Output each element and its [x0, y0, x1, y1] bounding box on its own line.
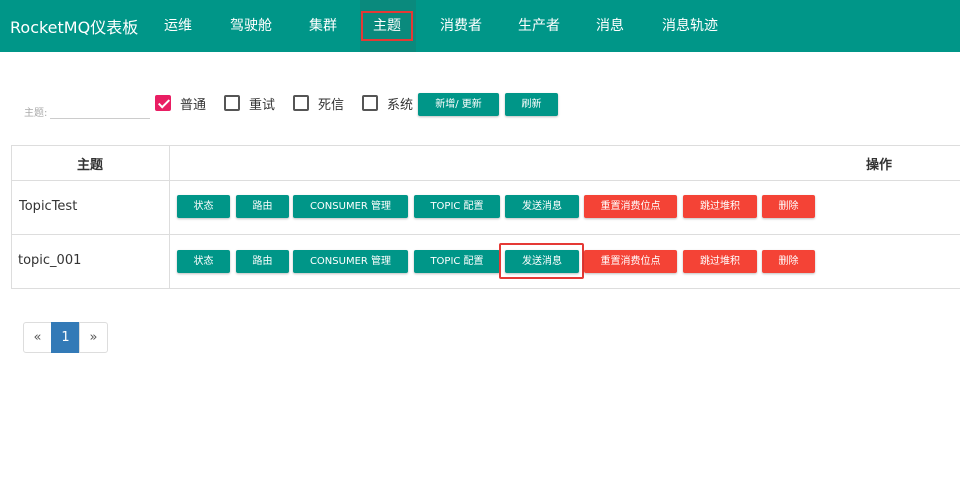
send-message-button[interactable]: 发送消息	[505, 195, 579, 218]
add-update-button[interactable]: 新增/ 更新	[418, 93, 499, 116]
checkbox-system-label[interactable]: 系统	[387, 94, 413, 113]
pagination-prev[interactable]: «	[23, 322, 52, 353]
pagination-page[interactable]: 1	[51, 322, 80, 353]
table-column-divider	[169, 146, 170, 288]
reset-offset-button[interactable]: 重置消费位点	[584, 250, 677, 273]
delete-button[interactable]: 删除	[762, 250, 815, 273]
pagination: « 1 »	[23, 322, 108, 353]
reset-offset-button[interactable]: 重置消费位点	[584, 195, 677, 218]
table-row-divider	[12, 180, 960, 181]
top-navbar: RocketMQ仪表板 运维 驾驶舱 集群 主题 消费者 生产者 消息 消息轨迹	[0, 0, 960, 52]
nav-item-producer[interactable]: 生产者	[518, 11, 560, 41]
nav-item-consumer[interactable]: 消费者	[440, 11, 482, 41]
topic-filter-label: 主题:	[24, 108, 48, 119]
status-button[interactable]: 状态	[177, 195, 230, 218]
nav-item-dashboard[interactable]: 驾驶舱	[230, 11, 272, 41]
checkbox-retry-label[interactable]: 重试	[249, 94, 275, 113]
skip-accumulate-button[interactable]: 跳过堆积	[683, 250, 757, 273]
topic-name: TopicTest	[19, 199, 78, 214]
checkbox-retry[interactable]	[224, 95, 240, 111]
send-message-button[interactable]: 发送消息	[505, 250, 579, 273]
nav-item-ops[interactable]: 运维	[164, 11, 192, 41]
app-brand[interactable]: RocketMQ仪表板	[10, 14, 138, 38]
consumer-manage-button[interactable]: CONSUMER 管理	[293, 195, 408, 218]
skip-accumulate-button[interactable]: 跳过堆积	[683, 195, 757, 218]
table-row-divider	[12, 234, 960, 235]
topic-name: topic_001	[18, 253, 82, 268]
checkbox-dead-letter-label[interactable]: 死信	[318, 94, 344, 113]
topic-filter-input[interactable]	[50, 98, 150, 119]
topic-config-button[interactable]: TOPIC 配置	[414, 250, 500, 273]
refresh-button[interactable]: 刷新	[505, 93, 558, 116]
status-button[interactable]: 状态	[177, 250, 230, 273]
nav-item-message[interactable]: 消息	[596, 11, 624, 41]
checkbox-normal-label[interactable]: 普通	[180, 94, 206, 113]
topic-config-button[interactable]: TOPIC 配置	[414, 195, 500, 218]
nav-item-message-trace[interactable]: 消息轨迹	[662, 11, 718, 41]
nav-item-topic[interactable]: 主题	[361, 11, 413, 41]
delete-button[interactable]: 删除	[762, 195, 815, 218]
checkbox-dead-letter[interactable]	[293, 95, 309, 111]
header-topic: 主题	[77, 158, 104, 173]
checkbox-normal[interactable]	[155, 95, 171, 111]
route-button[interactable]: 路由	[236, 250, 289, 273]
consumer-manage-button[interactable]: CONSUMER 管理	[293, 250, 408, 273]
route-button[interactable]: 路由	[236, 195, 289, 218]
header-actions: 操作	[866, 158, 893, 173]
checkbox-system[interactable]	[362, 95, 378, 111]
pagination-next[interactable]: »	[79, 322, 108, 353]
nav-item-cluster[interactable]: 集群	[309, 11, 337, 41]
